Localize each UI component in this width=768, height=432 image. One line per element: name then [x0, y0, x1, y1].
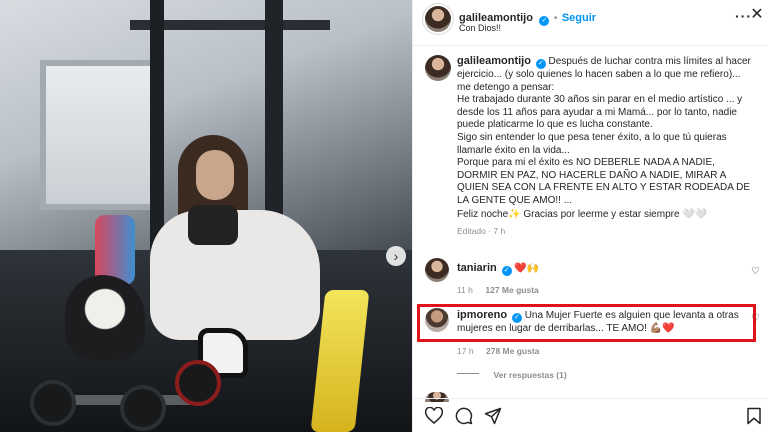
photo-window — [40, 60, 160, 210]
view-replies-label[interactable]: Ver respuestas (1) — [493, 370, 566, 380]
comment-item: taniarin ✓ ❤️🙌 — [457, 262, 747, 276]
verified-badge-icon: ✓ — [501, 266, 512, 276]
comment-meta: 11 h 127 Me gusta — [457, 280, 539, 298]
caption-line: Feliz noche✨ Gracias por leerme y estar … — [457, 208, 708, 220]
comment-likes[interactable]: 278 Me gusta — [486, 346, 539, 356]
photo-dumbbell — [120, 385, 166, 431]
post-action-bar — [413, 398, 768, 432]
caption-line: He trabajado durante 30 años sin parar e… — [457, 94, 743, 131]
comment-icon[interactable] — [455, 407, 473, 425]
bookmark-icon[interactable] — [746, 407, 762, 425]
verified-badge-icon: ✓ — [511, 313, 522, 323]
verified-badge-icon: ✓ — [535, 59, 546, 69]
separator-dot: • — [553, 13, 558, 24]
caption-author-avatar[interactable] — [425, 55, 451, 81]
comment-meta: 17 h 278 Me gusta — [457, 341, 539, 359]
post-side-panel: galileamontijo ✓ • Seguir Con Dios!! ···… — [412, 0, 768, 432]
heart-icon[interactable] — [425, 407, 443, 424]
photo-person-top — [188, 205, 238, 245]
photo-dumbbell — [30, 380, 76, 426]
commenter-avatar[interactable] — [425, 258, 449, 282]
comment-username[interactable]: taniarin — [457, 262, 497, 274]
replies-divider — [457, 373, 479, 375]
caption-meta: Editado · 7 h — [457, 226, 506, 237]
commenter-avatar[interactable] — [425, 308, 449, 332]
caption-line: Sigo sin entender lo que pesa tener éxit… — [457, 131, 727, 156]
comment-age: 11 h — [457, 285, 473, 295]
comment-like-heart-icon[interactable]: ♡ — [751, 266, 760, 277]
author-avatar[interactable] — [425, 6, 451, 32]
post-location[interactable]: Con Dios!! — [459, 23, 501, 33]
photo-dumbbell — [175, 360, 221, 406]
next-photo-chevron-icon[interactable]: › — [386, 246, 406, 266]
comment-text: ❤️🙌 — [514, 263, 540, 274]
post-photo[interactable]: › — [0, 0, 412, 432]
verified-badge-icon: ✓ — [539, 16, 550, 26]
photo-dog — [65, 275, 145, 360]
caption-line: Porque para mi el éxito es NO DEBERLE NA… — [457, 157, 751, 206]
post-header: galileamontijo ✓ • Seguir Con Dios!! ··· — [413, 0, 768, 46]
caption-username[interactable]: galileamontijo — [457, 55, 531, 67]
send-icon[interactable] — [484, 407, 502, 425]
photo-person-face — [196, 150, 234, 200]
post-caption: galileamontijo ✓ Después de luchar contr… — [457, 55, 757, 238]
view-replies[interactable]: Ver respuestas (1) — [457, 365, 567, 383]
follow-button[interactable]: Seguir — [562, 12, 596, 24]
comment-like-heart-icon[interactable]: ♡ — [751, 313, 760, 324]
comment-age: 17 h — [457, 346, 474, 356]
comment-likes[interactable]: 127 Me gusta — [485, 285, 538, 295]
close-icon[interactable]: ✕ — [749, 7, 765, 24]
comment-item: ipmoreno ✓ Una Mujer Fuerte es alguien q… — [457, 309, 747, 336]
comment-username[interactable]: ipmoreno — [457, 309, 507, 321]
